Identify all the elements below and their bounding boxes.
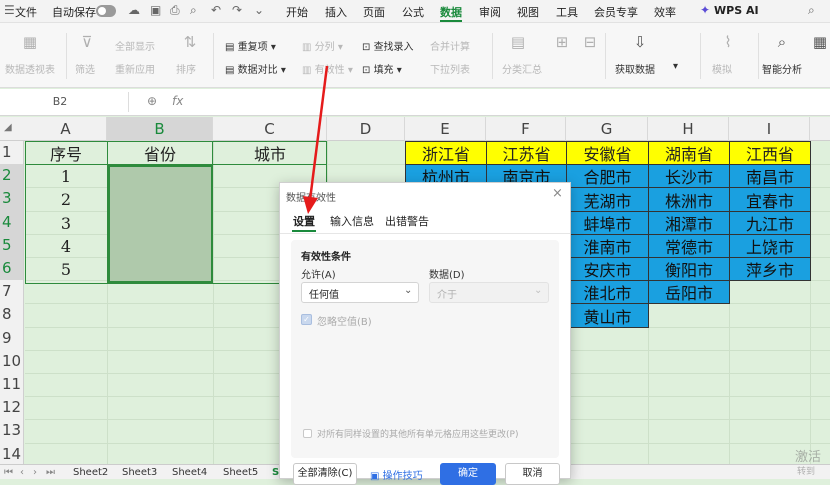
arrow-head xyxy=(303,196,318,214)
annotation-arrow xyxy=(303,65,329,214)
arrow-shaft xyxy=(308,65,329,201)
